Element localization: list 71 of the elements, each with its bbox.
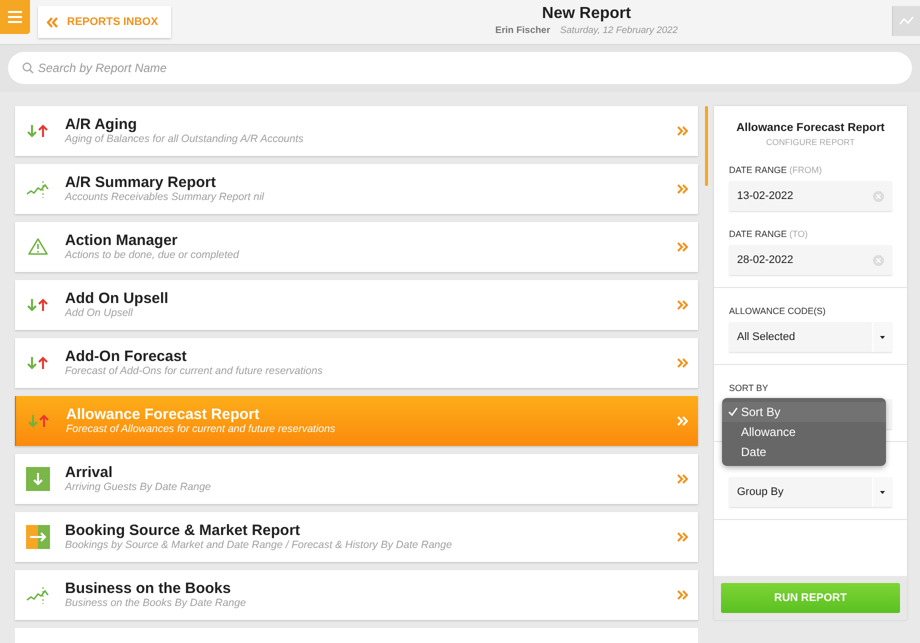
date-field[interactable]: 28-02-2022 (729, 245, 892, 275)
field-label: SORT BY (729, 383, 770, 393)
report-item[interactable]: A/R Summary Report Accounts Receivables Summary Report nil (15, 164, 698, 214)
field-label: DATE RANGE (FROM) (729, 165, 823, 175)
exit-arrow-icon (26, 525, 50, 549)
caret-icon (880, 490, 885, 494)
clear-icon[interactable] (873, 190, 884, 202)
dropdown-option[interactable]: Allowance (722, 422, 886, 442)
double-chevron-left-icon (46, 16, 59, 28)
report-description: Aging of Balances for all Outstanding A/R Accounts (65, 133, 305, 145)
double-chevron-right-icon (677, 532, 688, 542)
double-chevron-right-icon (677, 416, 688, 426)
warning-icon (28, 238, 48, 256)
panel-title: Allowance Forecast Report (735, 122, 886, 134)
report-title: Add On Upsell (65, 291, 170, 307)
report-description: Arriving Guests By Date Range (65, 481, 212, 493)
double-chevron-right-icon (677, 184, 688, 194)
menu-icon (7, 10, 23, 24)
group-select[interactable]: Group By (729, 477, 892, 507)
checkmark-icon (728, 407, 738, 417)
report-description: Business on the Books By Date Range (65, 597, 247, 609)
down-up-arrows-icon (26, 124, 50, 138)
clear-icon[interactable] (873, 254, 884, 266)
current-date: Saturday, 12 February 2022 (560, 25, 678, 36)
search-icon (22, 62, 34, 74)
report-item[interactable]: Add On Upsell Add On Upsell (15, 280, 698, 330)
report-description: Add On Upsell (65, 307, 134, 319)
double-chevron-right-icon (677, 242, 688, 252)
line-chart-icon (26, 586, 50, 604)
double-chevron-right-icon (677, 300, 688, 310)
double-chevron-right-icon (677, 358, 688, 368)
report-description: Forecast of Allowances for current and future reservations (66, 423, 336, 435)
chart-button[interactable] (892, 6, 920, 36)
report-item[interactable]: Add-On Forecast Forecast of Add-Ons for current and future reservations (15, 338, 698, 388)
report-item[interactable]: Business on the Books Business on the Books By Date Range (15, 570, 698, 620)
report-title: Action Manager (65, 233, 179, 249)
report-item[interactable]: Booking Source & Market Report Bookings by Source & Market and Date Range / Forecast & History By Date Range (15, 512, 698, 562)
double-chevron-right-icon (677, 590, 688, 600)
caret-icon (880, 336, 885, 338)
field-label: DATE RANGE (TO) (729, 229, 809, 239)
report-title: Business on the Books (65, 581, 232, 597)
report-title: A/R Aging (65, 117, 138, 133)
report-title: Add-On Forecast (65, 349, 188, 365)
report-title: Allowance Forecast Report (66, 407, 260, 423)
report-item[interactable]: A/R Aging Aging of Balances for all Outstanding A/R Accounts (15, 106, 698, 156)
report-description: Bookings by Source & Market and Date Range / Forecast & History By Date Range (65, 539, 453, 551)
date-field[interactable]: 13-02-2022 (729, 181, 892, 211)
dropdown-option[interactable]: Date (722, 442, 886, 462)
page-title: New Report (542, 5, 631, 23)
line-chart-icon (26, 180, 50, 198)
report-description: Accounts Receivables Summary Report nil (65, 191, 266, 203)
user-name: Erin Fischer (495, 25, 550, 36)
down-up-arrows-icon (26, 298, 50, 312)
report-description: Actions to be done, due or completed (65, 249, 240, 261)
report-title: A/R Summary Report (65, 175, 217, 191)
line-graph-icon (898, 16, 914, 26)
report-item[interactable]: Arrival Arriving Guests By Date Range (15, 454, 698, 504)
search-field[interactable]: Search by Report Name (8, 52, 912, 84)
menu-button[interactable] (0, 0, 30, 34)
report-description: Forecast of Add-Ons for current and future reservations (65, 365, 324, 377)
double-chevron-right-icon (677, 126, 688, 136)
report-title: Booking Source & Market Report (65, 523, 302, 539)
report-title: Arrival (65, 465, 114, 481)
field-label: ALLOWANCE CODE(S) (729, 306, 827, 316)
panel-subtitle: CONFIGURE REPORT (765, 137, 856, 147)
down-up-arrows-icon (26, 356, 50, 370)
down-up-arrows-icon (27, 414, 51, 428)
report-item[interactable]: Action Manager Actions to be done, due or completed (15, 222, 698, 272)
allowance-select[interactable]: All Selected (729, 322, 892, 352)
dropdown-option[interactable]: Sort By (722, 402, 886, 422)
double-chevron-right-icon (677, 474, 688, 484)
